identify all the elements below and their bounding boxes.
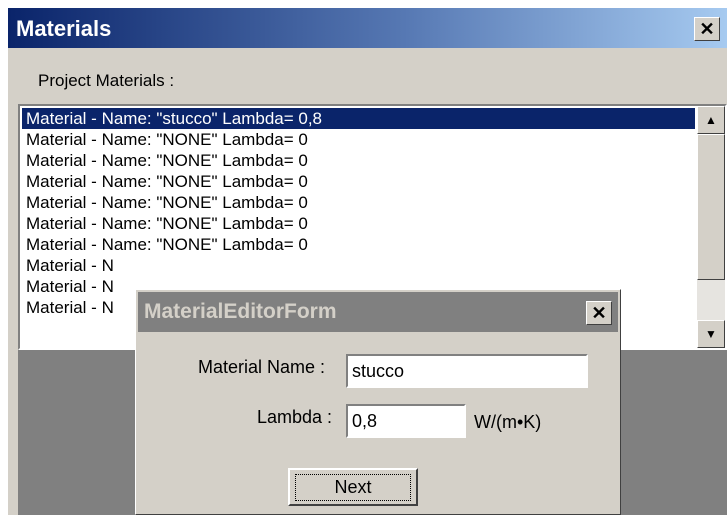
arrow-up-icon: ▲ — [705, 113, 717, 127]
dialog-close-button[interactable]: ✕ — [586, 301, 612, 325]
close-icon: ✕ — [591, 302, 607, 323]
material-name-input[interactable]: stucco — [346, 354, 588, 388]
scroll-up-button[interactable]: ▲ — [697, 106, 725, 134]
dialog-title-bar[interactable]: MaterialEditorForm ✕ — [138, 292, 618, 332]
list-scrollbar[interactable]: ▲ ▼ — [697, 106, 725, 348]
scroll-down-button[interactable]: ▼ — [697, 320, 725, 348]
close-button[interactable]: ✕ — [694, 17, 720, 41]
list-item[interactable]: Material - Name: "NONE" Lambda= 0 — [22, 213, 695, 234]
close-icon: ✕ — [699, 18, 715, 39]
list-item[interactable]: Material - Name: "NONE" Lambda= 0 — [22, 129, 695, 150]
material-editor-dialog: MaterialEditorForm ✕ Material Name : stu… — [135, 289, 621, 515]
title-bar[interactable]: Materials ✕ — [8, 8, 727, 48]
list-item[interactable]: Material - Name: "NONE" Lambda= 0 — [22, 150, 695, 171]
list-item[interactable]: Material - Name: "NONE" Lambda= 0 — [22, 192, 695, 213]
lambda-input[interactable]: 0,8 — [346, 404, 466, 438]
list-item[interactable]: Material - Name: "NONE" Lambda= 0 — [22, 171, 695, 192]
window-title: Materials — [16, 16, 112, 41]
unit-label: W/(m•K) — [474, 412, 542, 432]
list-item[interactable]: Material - Name: "stucco" Lambda= 0,8 — [22, 108, 695, 129]
list-item[interactable]: Material - Name: "NONE" Lambda= 0 — [22, 234, 695, 255]
lambda-label: Lambda : — [257, 407, 333, 427]
material-name-label: Material Name : — [198, 357, 326, 377]
list-item[interactable]: Material - N — [22, 255, 695, 276]
scroll-thumb[interactable] — [697, 134, 725, 280]
next-button-label: Next — [295, 473, 411, 501]
arrow-down-icon: ▼ — [705, 327, 717, 341]
project-materials-label: Project Materials : — [38, 71, 175, 90]
dialog-title: MaterialEditorForm — [144, 300, 337, 323]
next-button[interactable]: Next — [288, 468, 418, 506]
